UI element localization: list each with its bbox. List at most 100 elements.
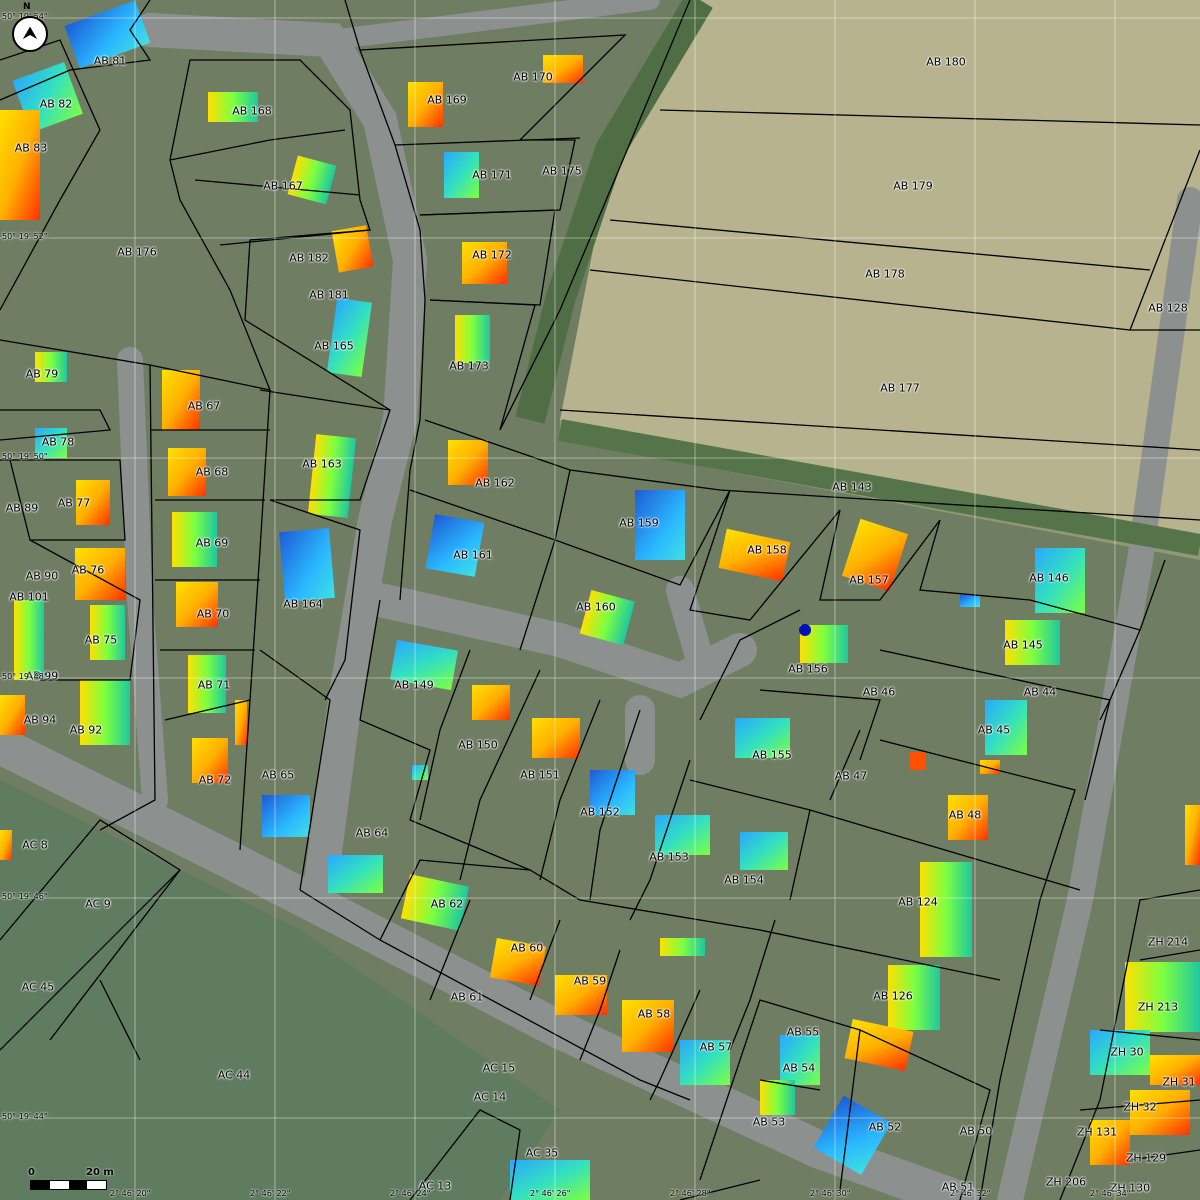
parcel-label: AB 158 [747, 543, 787, 557]
parcel-label: AB 82 [39, 97, 73, 111]
parcel-label: AB 53 [752, 1115, 786, 1129]
scale-start-label: 0 [28, 1167, 35, 1178]
parcel-label: AB 92 [69, 723, 103, 737]
parcel-label: AB 146 [1029, 571, 1069, 585]
parcel-label: AC 15 [482, 1061, 516, 1075]
parcel-label: AB 101 [9, 590, 49, 604]
parcel-label: AB 172 [472, 248, 512, 262]
parcel-label: AB 143 [832, 480, 872, 494]
parcel-label: AB 44 [1023, 685, 1057, 699]
parcel-label: AB 61 [450, 990, 484, 1004]
parcel-label: AB 75 [84, 633, 118, 647]
parcel-label: ZH 129 [1125, 1151, 1167, 1165]
parcel-label: ZH 31 [1162, 1075, 1196, 1089]
parcel-label: AB 45 [977, 723, 1011, 737]
parcel-label: AB 176 [117, 245, 157, 259]
longitude-label: 2° 46' 24" [390, 1189, 431, 1198]
parcel-label: AB 67 [187, 399, 221, 413]
parcel-label: AC 44 [217, 1068, 251, 1082]
parcel-label: AC 8 [22, 838, 48, 852]
parcel-label: AB 89 [5, 501, 39, 515]
parcel-label: AB 157 [849, 573, 889, 587]
latitude-label: 50° 19' 52" [2, 232, 48, 241]
parcel-label: AB 160 [576, 600, 616, 614]
parcel-label: AB 55 [786, 1025, 820, 1039]
parcel-label: ZH 30 [1110, 1045, 1144, 1059]
parcel-label: AC 35 [525, 1146, 559, 1160]
parcel-label: AB 155 [752, 748, 792, 762]
latitude-label: 50° 19' 48" [2, 672, 48, 681]
parcel-label: AC 45 [21, 980, 55, 994]
parcel-label: AB 153 [649, 850, 689, 864]
parcel-label: AB 151 [520, 768, 560, 782]
longitude-label: 2° 46' 34" [1090, 1189, 1131, 1198]
parcel-label: AB 124 [898, 895, 938, 909]
parcel-label: AB 169 [427, 93, 467, 107]
parcel-label: AB 152 [580, 805, 620, 819]
parcel-label: AB 162 [475, 476, 515, 490]
parcel-label: ZH 206 [1045, 1175, 1087, 1189]
parcel-label: AB 167 [263, 179, 303, 193]
scale-end-label: 20 m [86, 1167, 114, 1178]
longitude-label: 2° 46' 28" [670, 1189, 711, 1198]
parcel-label: AB 78 [41, 435, 75, 449]
parcel-label: AB 65 [261, 768, 295, 782]
parcel-label: AB 57 [699, 1040, 733, 1054]
parcel-label: ZH 32 [1123, 1100, 1157, 1114]
parcel-label: AB 47 [834, 769, 868, 783]
parcel-label: AC 14 [473, 1090, 507, 1104]
parcel-label: AB 179 [893, 179, 933, 193]
parcel-label: AB 165 [314, 339, 354, 353]
parcel-label: AB 76 [71, 563, 105, 577]
parcel-label: AB 168 [232, 104, 272, 118]
parcel-label: AB 46 [862, 685, 896, 699]
parcel-label: AB 161 [453, 548, 493, 562]
parcel-label: AB 126 [873, 989, 913, 1003]
parcel-label: AB 94 [23, 713, 57, 727]
parcel-label: AB 178 [865, 267, 905, 281]
parcel-label: AB 69 [195, 536, 229, 550]
cadastral-map[interactable]: AB 81 AB 82 AB 83 AB 168 AB 169 AB 170 AB 180 A… [0, 0, 1200, 1200]
parcel-label: AB 156 [788, 662, 828, 676]
parcel-label: AC 9 [85, 897, 111, 911]
parcel-label: AB 83 [14, 141, 48, 155]
parcel-label: AB 54 [782, 1061, 816, 1075]
parcel-label: AB 173 [449, 359, 489, 373]
parcel-label: AB 79 [25, 367, 59, 381]
parcel-label: AB 72 [198, 773, 232, 787]
parcel-label: AB 182 [289, 251, 329, 265]
parcel-label: AB 60 [510, 941, 544, 955]
parcel-label: AB 159 [619, 516, 659, 530]
parcel-label: AB 71 [197, 678, 231, 692]
parcel-label: AB 90 [25, 569, 59, 583]
longitude-label: 2° 46' 20" [110, 1189, 151, 1198]
parcel-label: AB 59 [573, 974, 607, 988]
latitude-label: 50° 19' 46" [2, 892, 48, 901]
parcel-label: AB 170 [513, 70, 553, 84]
north-arrow-icon: ⮝ [12, 16, 48, 52]
parcel-label: ZH 214 [1147, 935, 1189, 949]
north-label: N [23, 2, 31, 12]
parcel-label: AB 149 [394, 678, 434, 692]
parcel-label: AB 163 [302, 457, 342, 471]
parcel-label: AB 175 [542, 164, 582, 178]
parcel-label: AB 52 [868, 1120, 902, 1134]
parcel-label: AB 145 [1003, 638, 1043, 652]
longitude-label: 2° 46' 22" [250, 1189, 291, 1198]
parcel-label: AB 181 [309, 288, 349, 302]
latitude-label: 50° 19' 44" [2, 1112, 48, 1121]
scale-bar [30, 1180, 107, 1190]
parcel-label: AB 177 [880, 381, 920, 395]
parcel-label: AB 58 [637, 1007, 671, 1021]
longitude-label: 2° 46' 26" [530, 1189, 571, 1198]
parcel-label: AB 154 [724, 873, 764, 887]
parcel-label: AB 77 [57, 496, 91, 510]
parcel-label: AB 171 [472, 168, 512, 182]
parcel-label: AB 62 [430, 897, 464, 911]
parcel-label: AB 150 [458, 738, 498, 752]
parcel-label: AB 50 [959, 1124, 993, 1138]
latitude-label: 50° 19' 50" [2, 452, 48, 461]
longitude-label: 2° 46' 30" [810, 1189, 851, 1198]
parcel-label: ZH 131 [1076, 1125, 1118, 1139]
parcel-label: AB 68 [195, 465, 229, 479]
